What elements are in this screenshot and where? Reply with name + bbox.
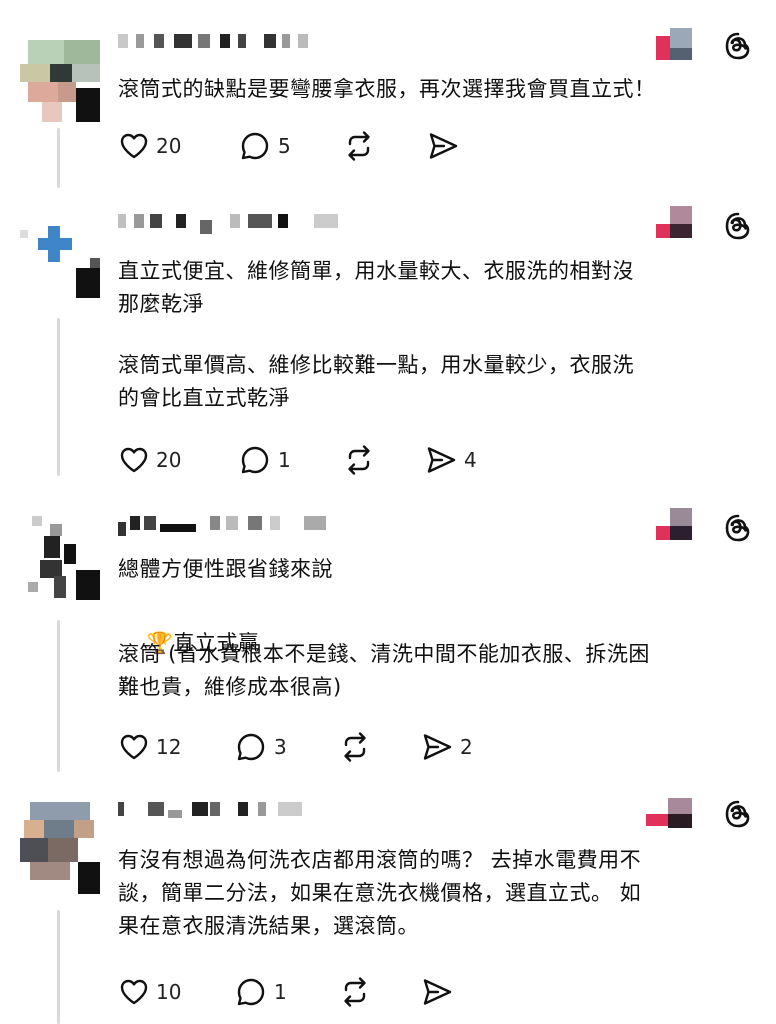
paper-plane-icon: [424, 443, 458, 477]
heart-icon: [118, 976, 150, 1008]
reply-button[interactable]: 5: [238, 129, 342, 163]
repost-button[interactable]: [342, 443, 424, 477]
repost-arrows-icon: [338, 975, 372, 1009]
post-actions: 20 1 4: [118, 442, 477, 478]
like-count: 20: [156, 134, 182, 158]
heart-icon: [118, 444, 150, 476]
comment-bubble-icon: [238, 129, 272, 163]
thread-line: [57, 910, 60, 1024]
repost-arrows-icon: [338, 730, 372, 764]
share-count: 2: [460, 735, 473, 759]
paper-plane-icon: [420, 730, 454, 764]
reply-button[interactable]: 1: [234, 975, 338, 1009]
threads-logo-icon[interactable]: [722, 798, 754, 830]
avatar[interactable]: [20, 214, 100, 298]
share-button[interactable]: 4: [424, 443, 477, 477]
paper-plane-icon: [426, 129, 460, 163]
username-redacted[interactable]: [118, 802, 318, 818]
like-count: 12: [156, 735, 182, 759]
paper-plane-icon: [420, 975, 454, 1009]
repost-button[interactable]: [338, 730, 420, 764]
thread-line: [57, 128, 60, 188]
thread-line: [57, 318, 60, 476]
post-text-paragraph-2: 滾筒式單價高、維修比較難一點，用水量較少，衣服洗 的會比直立式乾淨: [118, 353, 634, 410]
username-redacted[interactable]: [118, 516, 348, 536]
repost-button[interactable]: [338, 975, 420, 1009]
share-button[interactable]: [420, 975, 460, 1009]
heart-icon: [118, 731, 150, 763]
share-count: 4: [464, 448, 477, 472]
avatar[interactable]: [20, 40, 100, 122]
post-actions: 20 5: [118, 128, 466, 164]
redacted-badge: [646, 798, 692, 832]
share-button[interactable]: [426, 129, 466, 163]
repost-arrows-icon: [342, 129, 376, 163]
reply-count: 1: [278, 448, 291, 472]
reply-count: 3: [274, 735, 287, 759]
avatar[interactable]: [20, 802, 100, 894]
like-button[interactable]: 10: [118, 976, 234, 1008]
reply-button[interactable]: 1: [238, 443, 342, 477]
redacted-badge: [656, 508, 692, 542]
redacted-badge: [656, 206, 692, 240]
comment-bubble-icon: [238, 443, 272, 477]
like-button[interactable]: 20: [118, 444, 238, 476]
reply-count: 5: [278, 134, 291, 158]
reply-button[interactable]: 3: [234, 730, 338, 764]
share-button[interactable]: 2: [420, 730, 473, 764]
repost-button[interactable]: [342, 129, 426, 163]
repost-arrows-icon: [342, 443, 376, 477]
like-button[interactable]: 12: [118, 731, 234, 763]
comment-bubble-icon: [234, 730, 268, 764]
thread-line: [57, 620, 60, 772]
like-count: 20: [156, 448, 182, 472]
post-text: 有沒有想過為何洗衣店都用滾筒的嗎？ 去掉水電費用不 談，簡單二分法，如果在意洗衣…: [118, 848, 642, 938]
username-redacted[interactable]: [118, 214, 358, 234]
threads-logo-icon[interactable]: [722, 30, 754, 62]
post-actions: 12 3 2: [118, 729, 473, 765]
post-text: 滾筒式的缺點是要彎腰拿衣服，再次選擇我會買直立式！: [118, 77, 656, 101]
like-button[interactable]: 20: [118, 130, 238, 162]
threads-logo-icon[interactable]: [722, 210, 754, 242]
username-redacted[interactable]: [118, 34, 338, 50]
post-text: 總體方便性跟省錢來說: [118, 557, 333, 581]
post-text: 直立式便宜、維修簡單，用水量較大、衣服洗的相對沒 那麼乾淨: [118, 259, 634, 316]
post-text-paragraph-2: 滾筒 (省水費根本不是錢、清洗中間不能加衣服、拆洗困 難也貴，維修成本很高): [118, 642, 650, 699]
reply-count: 1: [274, 980, 287, 1004]
threads-logo-icon[interactable]: [722, 512, 754, 544]
avatar[interactable]: [20, 516, 100, 600]
comment-bubble-icon: [234, 975, 268, 1009]
post-actions: 10 1: [118, 974, 460, 1010]
redacted-badge: [656, 28, 692, 62]
like-count: 10: [156, 980, 182, 1004]
heart-icon: [118, 130, 150, 162]
